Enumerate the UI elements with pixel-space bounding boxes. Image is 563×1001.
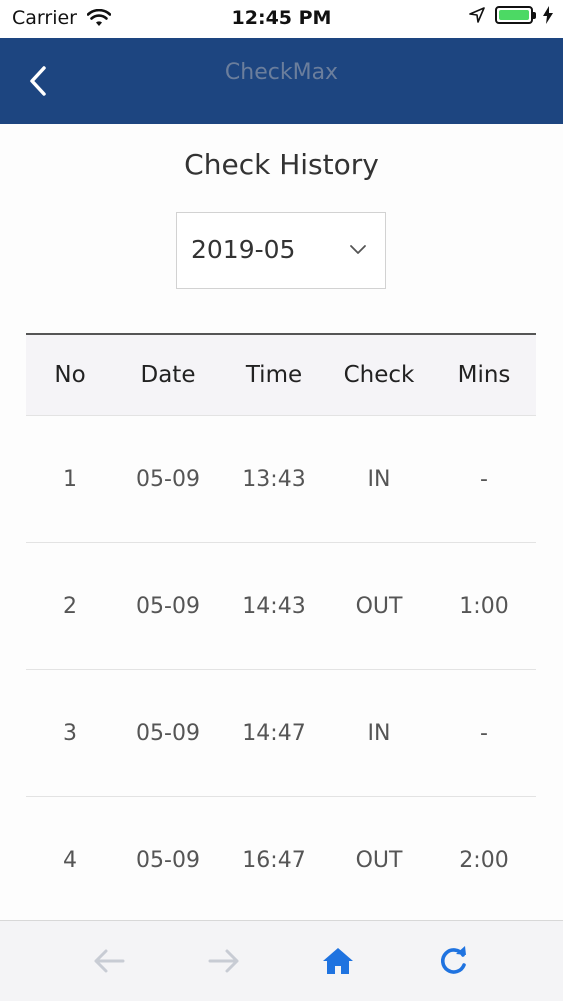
table-row[interactable]: 3 05-09 14:47 IN - bbox=[26, 670, 536, 797]
battery-icon bbox=[495, 6, 536, 24]
status-bar: Carrier 12:45 PM bbox=[0, 0, 563, 38]
cell-date-text: 05-09 bbox=[136, 720, 200, 746]
column-header-time: Time bbox=[245, 362, 303, 388]
check-history-table: No Date Time Check Mins 1 05-09 13:43 IN… bbox=[26, 333, 536, 924]
cell-date-text: 05-09 bbox=[136, 593, 200, 619]
cell-check: IN bbox=[367, 466, 391, 492]
nav-title: CheckMax bbox=[224, 60, 339, 85]
cell-date: 05-09 bbox=[114, 457, 222, 502]
column-header-date: Date bbox=[140, 362, 196, 388]
column-header-no: No bbox=[54, 362, 86, 388]
location-arrow-icon bbox=[469, 7, 485, 23]
cell-check: OUT bbox=[355, 593, 403, 619]
cell-time: 13:43 bbox=[242, 466, 306, 492]
column-header-check: Check bbox=[343, 362, 415, 388]
charging-bolt-icon bbox=[543, 6, 553, 24]
cell-mins: - bbox=[480, 720, 488, 746]
table-row[interactable]: 1 05-09 13:43 IN - bbox=[26, 416, 536, 543]
arrow-left-icon bbox=[94, 949, 125, 973]
cell-no: 1 bbox=[63, 466, 77, 492]
cell-date-text: 05-09 bbox=[136, 466, 200, 492]
column-header-mins: Mins bbox=[457, 362, 511, 388]
table-row[interactable]: 2 05-09 14:43 OUT 1:00 bbox=[26, 543, 536, 670]
month-select-value: 2019-05 bbox=[191, 235, 296, 264]
cell-no: 4 bbox=[63, 847, 77, 873]
cell-no: 2 bbox=[63, 593, 77, 619]
refresh-button[interactable] bbox=[435, 943, 471, 979]
cell-date: 05-09 bbox=[114, 584, 222, 629]
month-select[interactable]: 2019-05 bbox=[176, 212, 386, 289]
arrow-right-icon bbox=[208, 949, 239, 973]
status-right bbox=[469, 6, 553, 24]
cell-mins: 2:00 bbox=[459, 847, 509, 873]
chevron-down-icon bbox=[350, 245, 366, 254]
cell-time: 14:47 bbox=[242, 720, 306, 746]
nav-back-button[interactable] bbox=[91, 943, 127, 979]
page-title: Check History bbox=[184, 148, 379, 181]
cell-check: IN bbox=[367, 720, 391, 746]
cell-check: OUT bbox=[355, 847, 403, 873]
browser-toolbar bbox=[0, 920, 563, 1001]
table-header: No Date Time Check Mins bbox=[26, 335, 536, 416]
cell-mins: 1:00 bbox=[459, 593, 509, 619]
cell-time: 16:47 bbox=[242, 847, 306, 873]
home-button[interactable] bbox=[320, 943, 356, 979]
nav-bar: CheckMax bbox=[0, 38, 563, 124]
battery-tip bbox=[533, 12, 536, 19]
cell-date-text: 05-09 bbox=[136, 847, 200, 873]
cell-date: 05-09 bbox=[114, 838, 222, 883]
table-row[interactable]: 4 05-09 16:47 OUT 2:00 bbox=[26, 797, 536, 924]
home-icon bbox=[323, 948, 353, 974]
cell-mins: - bbox=[480, 466, 488, 492]
cell-no: 3 bbox=[63, 720, 77, 746]
refresh-icon bbox=[441, 946, 466, 974]
battery-fill bbox=[499, 10, 529, 20]
cell-date: 05-09 bbox=[114, 711, 222, 756]
nav-forward-button[interactable] bbox=[206, 943, 242, 979]
cell-time: 14:43 bbox=[242, 593, 306, 619]
